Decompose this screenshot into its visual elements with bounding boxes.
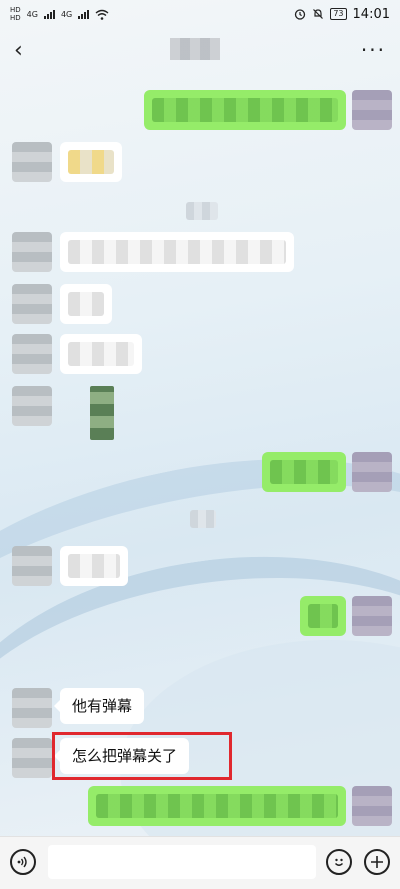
message-bubble-sent[interactable] [144,90,346,130]
system-timestamp [190,510,216,528]
avatar[interactable] [352,596,392,636]
network-type-2: 4G [60,9,73,19]
avatar[interactable] [12,284,52,324]
input-bar [0,836,400,889]
chat-title-blurred [170,38,220,60]
avatar[interactable] [12,688,52,728]
message-bubble-received[interactable] [60,334,142,374]
message-bubble-received[interactable] [60,142,122,182]
highlight-box [52,732,232,780]
hd-label-bottom: HD [10,14,21,22]
message-bubble-received[interactable] [60,232,294,272]
message-bubble-received[interactable] [60,284,112,324]
avatar[interactable] [12,546,52,586]
signal-icon [43,9,55,19]
more-icon[interactable]: ··· [361,38,386,62]
message-image-received[interactable] [82,386,134,450]
message-bubble-sent[interactable] [300,596,346,636]
message-bubble-received[interactable]: 他有弹幕 [53,688,145,724]
status-right: 73 14:01 [294,7,390,22]
network-type-1: 4G [26,9,38,19]
avatar[interactable] [352,786,392,826]
chevron-left-icon[interactable]: ‹ [14,38,23,63]
avatar[interactable] [12,232,52,272]
plus-icon[interactable] [364,849,390,875]
signal-icon [78,9,90,19]
battery-indicator: 73 [330,8,347,20]
voice-icon[interactable] [10,849,36,875]
status-time: 14:01 [352,6,390,22]
alarm-icon [295,9,306,20]
emoji-icon[interactable] [326,849,352,875]
system-timestamp [186,202,218,220]
avatar[interactable] [12,142,52,182]
hd-indicator: HD HD [10,6,21,22]
message-input[interactable] [48,845,316,879]
wifi-icon [95,9,109,20]
hd-label-top: HD [10,6,21,14]
chat-header: ‹ ··· [0,28,400,72]
avatar[interactable] [352,90,392,130]
mute-bell-icon [313,9,324,19]
avatar[interactable] [352,452,392,492]
message-bubble-received[interactable] [60,546,128,586]
message-bubble-sent[interactable] [88,786,346,826]
avatar[interactable] [12,738,52,778]
status-left: HD HD 4G 4G [10,6,109,22]
avatar[interactable] [12,386,52,426]
message-bubble-sent[interactable] [262,452,346,492]
status-bar: HD HD 4G 4G 73 14:01 [0,0,400,28]
avatar[interactable] [12,334,52,374]
